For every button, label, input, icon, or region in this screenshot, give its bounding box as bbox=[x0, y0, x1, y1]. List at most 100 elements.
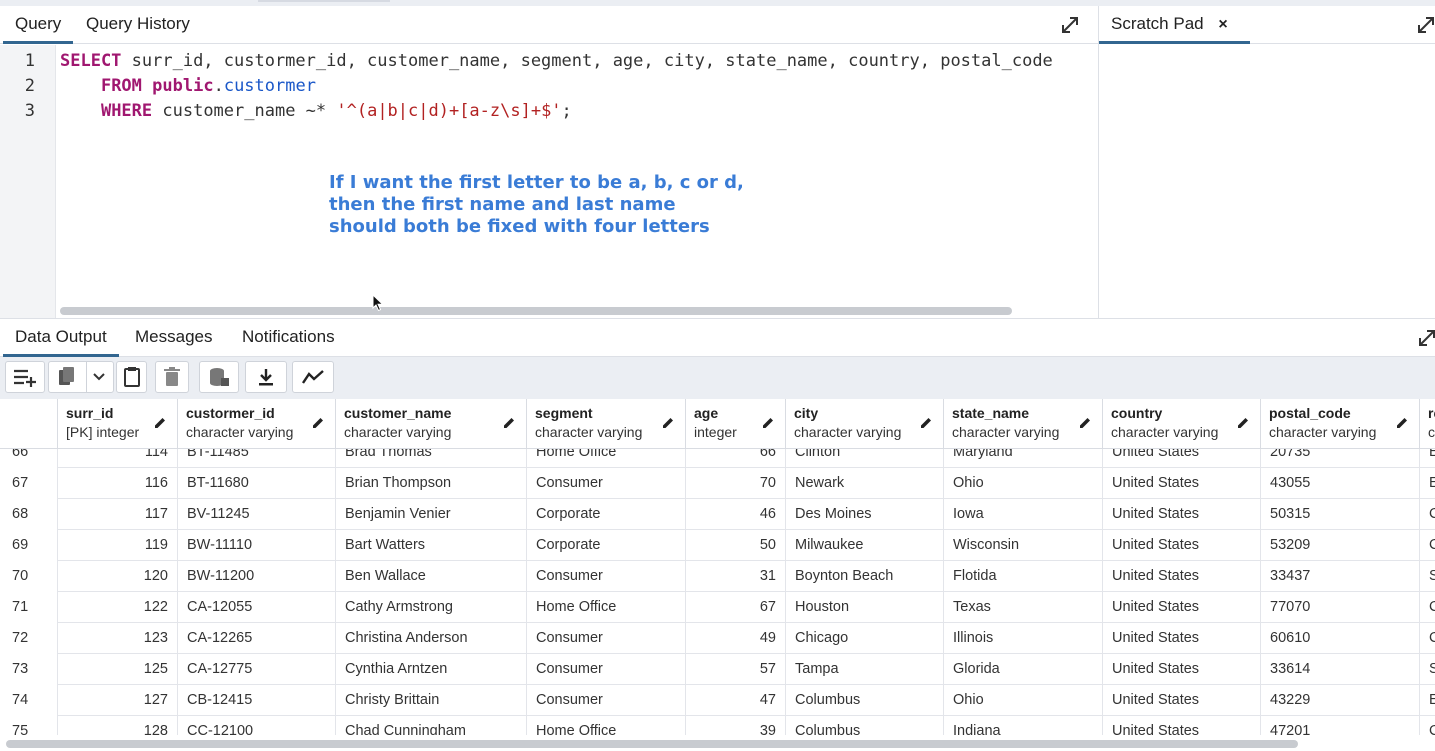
cell-age[interactable]: 39 bbox=[686, 716, 786, 735]
cell-age[interactable]: 67 bbox=[686, 592, 786, 623]
column-header-state-name[interactable]: state_name character varying bbox=[944, 399, 1103, 449]
table-row[interactable]: 73 125 CA-12775 Cynthia Arntzen Consumer 57 Ta… bbox=[0, 654, 1435, 685]
column-header-re[interactable]: re c bbox=[1420, 399, 1435, 449]
cell-state-name[interactable]: Iowa bbox=[944, 499, 1103, 530]
cell-state-name[interactable]: Indiana bbox=[944, 716, 1103, 735]
cell-postal-code[interactable]: 53209 bbox=[1261, 530, 1420, 561]
cell-segment[interactable]: Home Office bbox=[527, 449, 686, 468]
graph-icon[interactable] bbox=[292, 361, 334, 393]
cell-re[interactable]: S bbox=[1420, 654, 1435, 685]
cell-age[interactable]: 70 bbox=[686, 468, 786, 499]
cell-age[interactable]: 50 bbox=[686, 530, 786, 561]
table-row[interactable]: 68 117 BV-11245 Benjamin Venier Corporate 46 D… bbox=[0, 499, 1435, 530]
cell-customer-name[interactable]: Cynthia Arntzen bbox=[336, 654, 527, 685]
delete-icon[interactable] bbox=[155, 361, 189, 393]
cell-segment[interactable]: Consumer bbox=[527, 654, 686, 685]
cell-country[interactable]: United States bbox=[1103, 623, 1261, 654]
cell-postal-code[interactable]: 43055 bbox=[1261, 468, 1420, 499]
cell-re[interactable]: C bbox=[1420, 530, 1435, 561]
cell-postal-code[interactable]: 33437 bbox=[1261, 561, 1420, 592]
cell-segment[interactable]: Home Office bbox=[527, 716, 686, 735]
maximize-icon[interactable] bbox=[1059, 14, 1081, 36]
cell-re[interactable]: C bbox=[1420, 499, 1435, 530]
cell-city[interactable]: Chicago bbox=[786, 623, 944, 654]
cell-segment[interactable]: Home Office bbox=[527, 592, 686, 623]
cell-postal-code[interactable]: 77070 bbox=[1261, 592, 1420, 623]
cell-customer-name[interactable]: Cathy Armstrong bbox=[336, 592, 527, 623]
cell-re[interactable]: E bbox=[1420, 468, 1435, 499]
edit-pencil-icon[interactable] bbox=[1236, 416, 1250, 430]
cell-custormer-id[interactable]: CA-12055 bbox=[178, 592, 336, 623]
cell-custormer-id[interactable]: CB-12415 bbox=[178, 685, 336, 716]
save-data-icon[interactable] bbox=[199, 361, 239, 393]
edit-pencil-icon[interactable] bbox=[1078, 416, 1092, 430]
cell-re[interactable]: C bbox=[1420, 623, 1435, 654]
cell-country[interactable]: United States bbox=[1103, 449, 1261, 468]
cell-state-name[interactable]: Maryland bbox=[944, 449, 1103, 468]
edit-pencil-icon[interactable] bbox=[153, 416, 167, 430]
cell-surr-id[interactable]: 122 bbox=[58, 592, 178, 623]
column-header-city[interactable]: city character varying bbox=[786, 399, 944, 449]
cell-surr-id[interactable]: 114 bbox=[58, 449, 178, 468]
edit-pencil-icon[interactable] bbox=[661, 416, 675, 430]
cell-customer-name[interactable]: Brian Thompson bbox=[336, 468, 527, 499]
cell-custormer-id[interactable]: BV-11245 bbox=[178, 499, 336, 530]
cell-customer-name[interactable]: Bart Watters bbox=[336, 530, 527, 561]
paste-icon[interactable] bbox=[116, 361, 147, 393]
cell-city[interactable]: Milwaukee bbox=[786, 530, 944, 561]
cell-city[interactable]: Columbus bbox=[786, 716, 944, 735]
cell-re[interactable]: C bbox=[1420, 592, 1435, 623]
cell-segment[interactable]: Consumer bbox=[527, 468, 686, 499]
cell-state-name[interactable]: Ohio bbox=[944, 685, 1103, 716]
cell-state-name[interactable]: Glorida bbox=[944, 654, 1103, 685]
edit-pencil-icon[interactable] bbox=[919, 416, 933, 430]
cell-country[interactable]: United States bbox=[1103, 592, 1261, 623]
maximize-icon[interactable] bbox=[1416, 327, 1435, 349]
add-row-icon[interactable] bbox=[5, 361, 45, 393]
column-header-surr-id[interactable]: surr_id [PK] integer bbox=[58, 399, 178, 449]
table-row[interactable]: 70 120 BW-11200 Ben Wallace Consumer 31 Boynto… bbox=[0, 561, 1435, 592]
table-row[interactable]: 66 114 BT-11485 Brad Thomas Home Office 66 Cli… bbox=[0, 449, 1435, 468]
cell-re[interactable]: E bbox=[1420, 449, 1435, 468]
edit-pencil-icon[interactable] bbox=[311, 416, 325, 430]
cell-segment[interactable]: Consumer bbox=[527, 561, 686, 592]
tab-query-history[interactable]: Query History bbox=[74, 6, 202, 44]
table-row[interactable]: 74 127 CB-12415 Christy Brittain Consumer 47 C… bbox=[0, 685, 1435, 716]
tab-query[interactable]: Query bbox=[3, 6, 74, 44]
cell-re[interactable]: E bbox=[1420, 685, 1435, 716]
cell-surr-id[interactable]: 127 bbox=[58, 685, 178, 716]
column-header-age[interactable]: age integer bbox=[686, 399, 786, 449]
cell-state-name[interactable]: Texas bbox=[944, 592, 1103, 623]
table-row[interactable]: 67 116 BT-11680 Brian Thompson Consumer 70 New… bbox=[0, 468, 1435, 499]
cell-custormer-id[interactable]: CA-12775 bbox=[178, 654, 336, 685]
maximize-icon[interactable] bbox=[1415, 14, 1435, 36]
cell-postal-code[interactable]: 33614 bbox=[1261, 654, 1420, 685]
download-icon[interactable] bbox=[245, 361, 287, 393]
edit-pencil-icon[interactable] bbox=[502, 416, 516, 430]
cell-surr-id[interactable]: 120 bbox=[58, 561, 178, 592]
table-row[interactable]: 71 122 CA-12055 Cathy Armstrong Home Office 6… bbox=[0, 592, 1435, 623]
cell-segment[interactable]: Consumer bbox=[527, 685, 686, 716]
cell-segment[interactable]: Corporate bbox=[527, 499, 686, 530]
cell-age[interactable]: 49 bbox=[686, 623, 786, 654]
column-header-postal-code[interactable]: postal_code character varying bbox=[1261, 399, 1420, 449]
cell-surr-id[interactable]: 119 bbox=[58, 530, 178, 561]
cell-custormer-id[interactable]: BT-11680 bbox=[178, 468, 336, 499]
table-row[interactable]: 72 123 CA-12265 Christina Anderson Consumer 4… bbox=[0, 623, 1435, 654]
cell-state-name[interactable]: Illinois bbox=[944, 623, 1103, 654]
close-icon[interactable]: × bbox=[1218, 16, 1227, 33]
cell-country[interactable]: United States bbox=[1103, 685, 1261, 716]
cell-postal-code[interactable]: 47201 bbox=[1261, 716, 1420, 735]
column-header-custormer-id[interactable]: custormer_id character varying bbox=[178, 399, 336, 449]
cell-customer-name[interactable]: Christina Anderson bbox=[336, 623, 527, 654]
cell-custormer-id[interactable]: BT-11485 bbox=[178, 449, 336, 468]
cell-country[interactable]: United States bbox=[1103, 561, 1261, 592]
column-header-customer-name[interactable]: customer_name character varying bbox=[336, 399, 527, 449]
cell-surr-id[interactable]: 116 bbox=[58, 468, 178, 499]
cell-surr-id[interactable]: 125 bbox=[58, 654, 178, 685]
sql-editor[interactable]: 1 2 3 SELECT surr_id, custormer_id, cust… bbox=[0, 45, 1098, 318]
cell-country[interactable]: United States bbox=[1103, 468, 1261, 499]
column-header-country[interactable]: country character varying bbox=[1103, 399, 1261, 449]
cell-segment[interactable]: Consumer bbox=[527, 623, 686, 654]
cell-state-name[interactable]: Wisconsin bbox=[944, 530, 1103, 561]
